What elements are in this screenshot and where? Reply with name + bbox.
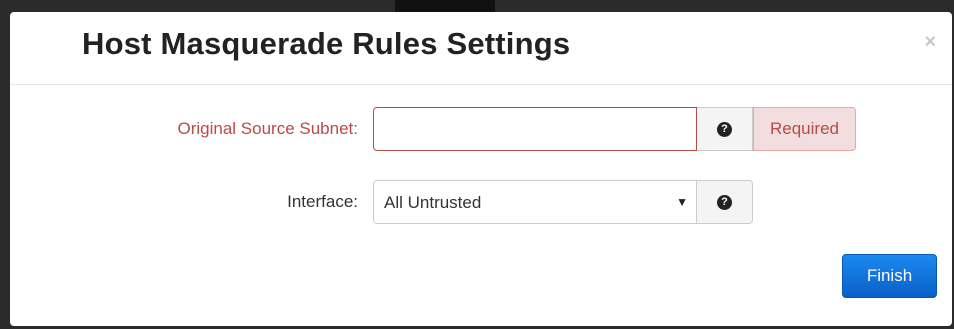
source-subnet-label: Original Source Subnet: [177,119,359,138]
help-icon: ? [717,194,732,210]
close-icon[interactable]: × [924,32,936,52]
masquerade-settings-dialog: Host Masquerade Rules Settings × Origina… [10,12,952,326]
backdrop [395,0,495,12]
interface-help-button[interactable]: ? [697,180,753,224]
interface-label: Interface: [287,192,358,211]
source-subnet-help-button[interactable]: ? [697,107,753,151]
interface-selected-value: All Untrusted [384,193,482,212]
required-validation-badge: Required [753,107,856,151]
help-icon: ? [717,121,732,137]
chevron-down-icon: ▼ [676,195,688,209]
finish-button[interactable]: Finish [842,254,937,298]
dialog-title: Host Masquerade Rules Settings [82,26,571,61]
dialog-header: Host Masquerade Rules Settings × [10,12,952,85]
source-subnet-input[interactable] [373,107,697,151]
interface-select[interactable]: All Untrusted ▼ [373,180,697,224]
